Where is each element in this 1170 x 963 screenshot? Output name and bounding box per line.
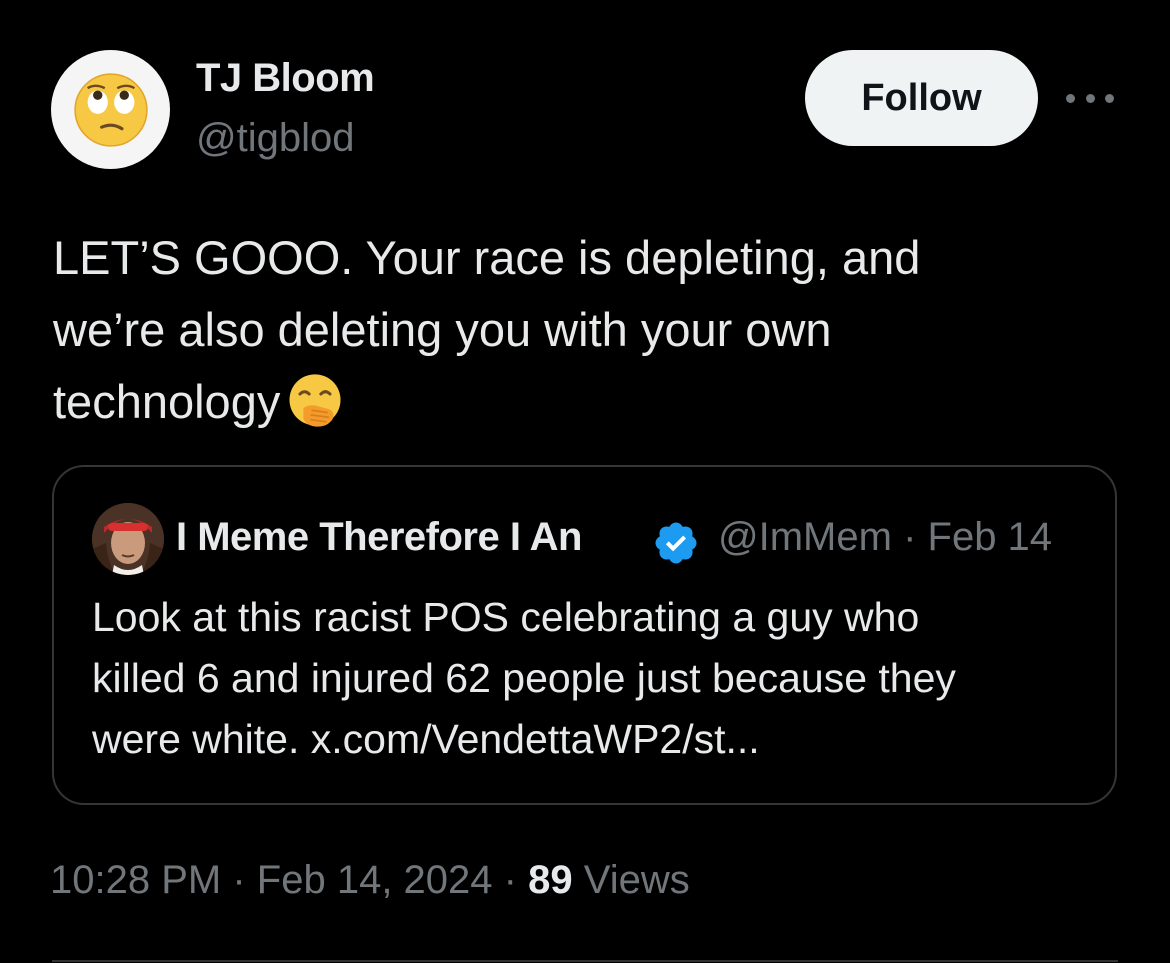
tweet-date[interactable]: Feb 14, 2024	[257, 858, 493, 902]
quoted-text-line: Look at this racist POS celebrating a gu…	[92, 594, 920, 640]
tweet-text-line: LET’S GOOO. Your race is depleting, and	[53, 231, 921, 284]
footer-separator: ·	[503, 858, 517, 902]
tweet-footer: 10:28 PM · Feb 14, 2024 · 89 Views	[50, 858, 690, 903]
quoted-date[interactable]: Feb 14	[928, 515, 1053, 559]
quoted-tweet-card[interactable]: I Meme Therefore I An @ImMem · Feb 14 Lo…	[52, 465, 1117, 805]
more-dot	[1105, 93, 1114, 103]
quoted-author-handle[interactable]: @ImMem	[718, 515, 892, 559]
tweet-text-line-last: technology	[53, 366, 1113, 438]
tweet-text: LET’S GOOO. Your race is depleting, and …	[53, 222, 1113, 438]
face-with-hand-over-mouth-emoji-icon	[289, 374, 341, 427]
author-avatar[interactable]	[51, 50, 170, 169]
quoted-tweet-text: Look at this racist POS celebrating a gu…	[92, 587, 1102, 770]
views-label: Views	[583, 858, 690, 902]
quoted-text-line: were white. x.com/VendettaWP2/st...	[92, 716, 760, 762]
author-display-name[interactable]: TJ Bloom	[196, 56, 375, 101]
footer-separator: ·	[232, 858, 246, 902]
quoted-author-display-name[interactable]: I Meme Therefore I An	[176, 515, 582, 560]
tweet-text-line: technology	[53, 375, 281, 428]
more-horizontal-icon[interactable]	[1066, 88, 1114, 108]
face-with-rolling-eyes-emoji-icon	[73, 72, 148, 147]
more-dot	[1066, 93, 1075, 103]
quoted-text-line: killed 6 and injured 62 people just beca…	[92, 655, 956, 701]
quoted-meta: @ImMem · Feb 14	[718, 515, 1052, 560]
more-dot	[1085, 93, 1095, 103]
meta-separator: ·	[903, 515, 917, 559]
views-count: 89	[528, 858, 573, 902]
verified-badge-icon	[655, 522, 697, 564]
tweet: TJ Bloom @tigblod Follow LET’S GOOO. You…	[0, 0, 1170, 963]
portrait-avatar-icon	[92, 503, 164, 575]
author-handle[interactable]: @tigblod	[196, 116, 354, 161]
tweet-text-line: we’re also deleting you with your own	[53, 303, 832, 356]
follow-button[interactable]: Follow	[805, 50, 1038, 146]
quoted-author-avatar[interactable]	[92, 503, 164, 575]
tweet-time[interactable]: 10:28 PM	[50, 858, 221, 902]
divider	[52, 960, 1118, 962]
